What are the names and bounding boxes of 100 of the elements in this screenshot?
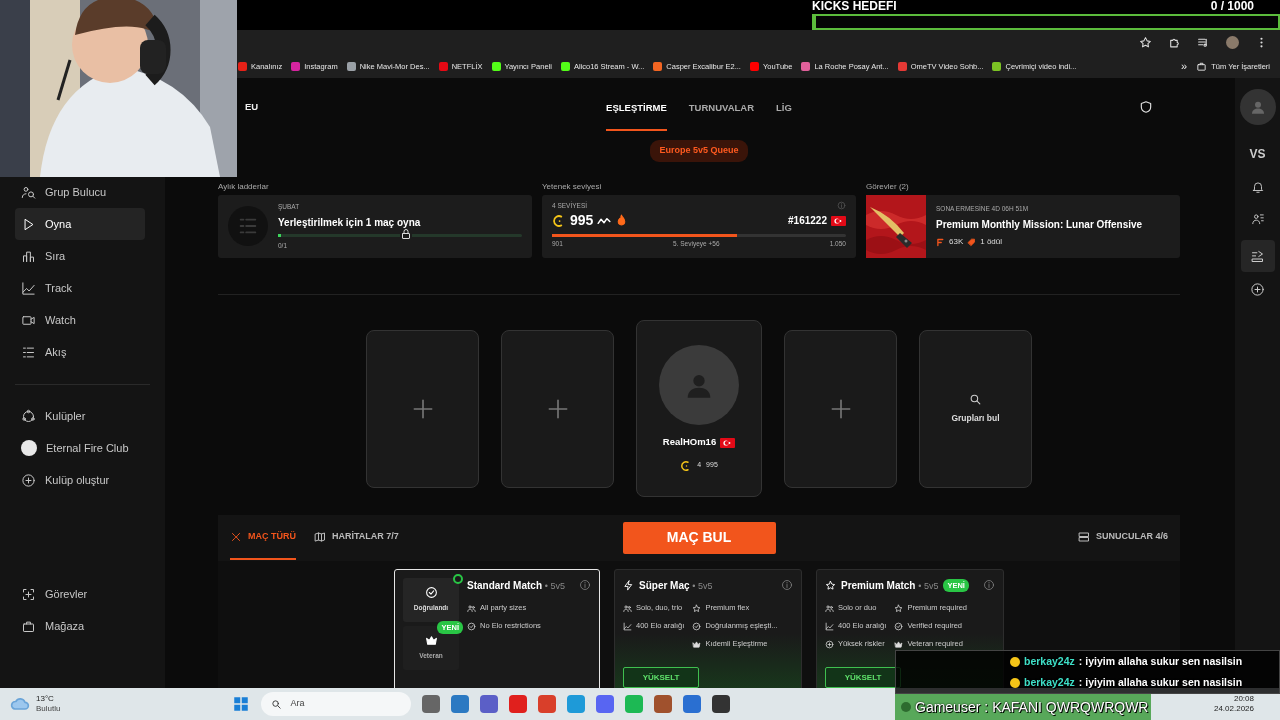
star-icon	[894, 603, 904, 613]
flag-icon	[720, 437, 736, 448]
queue-button[interactable]	[1240, 240, 1275, 272]
add-icon[interactable]	[1250, 282, 1265, 297]
queue-icon	[1250, 248, 1265, 264]
shield-icon[interactable]	[1139, 100, 1153, 114]
star-icon	[825, 579, 836, 591]
verified-icon	[894, 621, 904, 631]
list-icon	[21, 344, 36, 360]
ladder-icon	[228, 206, 268, 246]
nav-tab[interactable]: TURNUVALAR	[688, 82, 755, 132]
rewards-label: 1 ödül	[980, 236, 1003, 249]
party-icon	[467, 603, 476, 613]
verified-icon	[467, 621, 476, 631]
match-type-title: Premium Match • 5v5	[841, 578, 939, 593]
bolt-icon	[623, 579, 634, 591]
club-logo-icon	[21, 440, 37, 456]
lock-icon	[400, 227, 412, 240]
start-icon[interactable]	[232, 695, 251, 713]
search-icon	[271, 698, 283, 710]
sidebar-item[interactable]: Grup Bulucu	[15, 176, 145, 208]
points-value: 63K	[949, 236, 964, 249]
crown-icon	[692, 639, 702, 649]
clock-date: 24.02.2026	[1213, 704, 1254, 715]
sidebar-item[interactable]: Eternal Fire Club	[15, 432, 145, 464]
queue-badge: Europe 5v5 Queue	[650, 140, 748, 162]
versus-button[interactable]: VS	[1249, 145, 1266, 163]
mission-title: Premium Monthly Mission: Lunar Offensive	[936, 218, 1143, 233]
trend-icon	[623, 621, 632, 631]
sidebar-item[interactable]: Görevler	[15, 578, 145, 610]
profile-avatar-icon[interactable]	[1226, 36, 1239, 49]
upgrade-button[interactable]: YÜKSELT	[623, 666, 699, 688]
target-icon	[21, 586, 36, 602]
playlist-icon[interactable]	[1197, 36, 1210, 49]
info-icon	[983, 579, 995, 592]
bag-icon	[21, 618, 36, 634]
sidebar-item[interactable]: Watch	[15, 304, 145, 336]
sidebar-item[interactable]: Mağaza	[15, 610, 145, 642]
bell-icon[interactable]	[1250, 180, 1265, 194]
clock-time: 20:08	[1232, 693, 1254, 704]
trend-icon	[825, 621, 834, 631]
plus-circle-icon	[21, 472, 36, 488]
verified-icon	[692, 621, 702, 631]
sidebar-item[interactable]: Oyna	[15, 208, 145, 240]
info-icon	[837, 200, 846, 210]
chart-icon	[21, 248, 36, 264]
sidebar-item[interactable]: Track	[15, 272, 145, 304]
taskbar-search-field[interactable]: Ara	[261, 692, 412, 716]
search-icon	[969, 392, 982, 406]
puzzle-icon[interactable]	[1168, 36, 1181, 49]
party-icon	[825, 603, 834, 613]
chat-badge-icon	[1010, 656, 1020, 667]
sidebar-item[interactable]: Sıra	[15, 240, 145, 272]
ladder-title: Yerleştirilmek için 1 maç oyna	[278, 215, 422, 230]
find-groups-slot[interactable]: Grupları bul	[919, 329, 1032, 488]
sidebar-item[interactable]: Akış	[15, 336, 145, 368]
club-icon	[21, 408, 36, 424]
trend-icon	[21, 280, 36, 296]
people-icon[interactable]	[1250, 212, 1265, 226]
servers-button[interactable]: SUNUCULAR 4/6	[1078, 514, 1168, 561]
app-icon[interactable]	[712, 695, 731, 713]
tag-icon	[967, 237, 977, 247]
app-icon[interactable]	[480, 695, 499, 713]
nav-tab[interactable]: EŞLEŞTİRME	[606, 82, 667, 132]
match-tab[interactable]: HARİTALAR 7/7	[314, 514, 399, 561]
rank-number: #161222	[788, 214, 827, 229]
flag-icon	[831, 215, 846, 226]
info-icon	[579, 579, 591, 592]
chat-badge-icon	[901, 702, 911, 712]
section-label: Yetenek seviyesi	[542, 180, 603, 193]
group-search-icon	[21, 184, 36, 200]
more-bookmarks-button[interactable]: »	[1181, 58, 1188, 75]
goal-title: KICKS HEDEFI	[812, 0, 897, 13]
profile-avatar-icon[interactable]	[1239, 89, 1276, 125]
verified-icon	[424, 586, 438, 600]
party-icon	[623, 603, 632, 613]
plus-circle-icon	[825, 639, 834, 649]
selected-dot-icon	[453, 573, 463, 584]
elo-value: 995	[570, 211, 594, 231]
crown-icon	[424, 634, 438, 648]
match-type-title: Süper Maç • 5v5	[639, 578, 713, 593]
info-icon	[781, 579, 793, 592]
app-icon[interactable]	[422, 695, 441, 713]
crown-icon	[894, 639, 904, 649]
sidebar-item[interactable]: Kulüp oluştur	[15, 464, 145, 496]
star-icon[interactable]	[1139, 36, 1152, 49]
temperature-label: 13°C	[36, 695, 55, 703]
sidebar-item[interactable]: Kulüpler	[15, 400, 145, 432]
nav-tab[interactable]: LİG	[776, 82, 792, 132]
chat-badge-icon	[1010, 677, 1020, 688]
goal-count: 0 / 1000	[1210, 0, 1254, 13]
app-icon[interactable]	[654, 695, 673, 713]
region-label: EU	[245, 99, 260, 114]
match-type-title: Standard Match • 5v5	[467, 578, 565, 593]
weather-label: Bulutlu	[36, 705, 61, 713]
map-icon	[314, 530, 326, 543]
section-label: Aylık ladderlar	[218, 180, 270, 193]
star-icon	[692, 603, 702, 613]
chat-message: Gameuser : KAFANI QWRQWRQWR	[895, 694, 1151, 720]
crosshair-icon	[230, 530, 242, 543]
